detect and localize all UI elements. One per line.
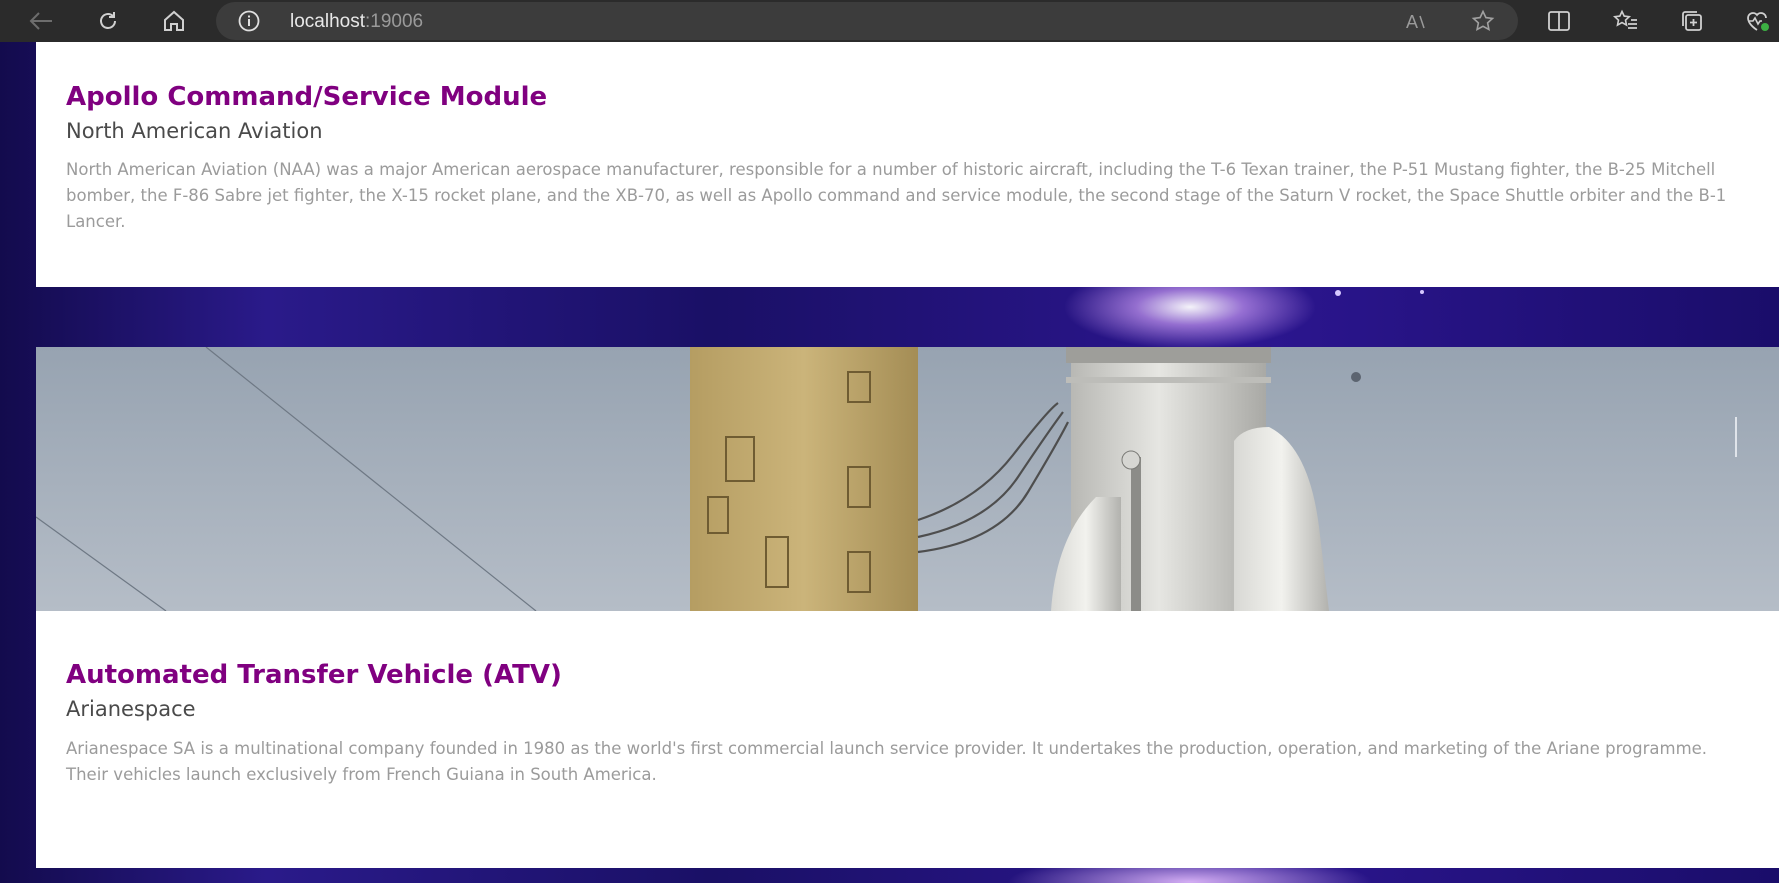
- rocket-launchpad-image: [36, 347, 1779, 611]
- home-icon[interactable]: [157, 6, 191, 36]
- star-sparkle: [1420, 290, 1424, 294]
- refresh-icon[interactable]: [91, 6, 125, 36]
- card-description: Arianespace SA is a multinational compan…: [66, 739, 1708, 784]
- split-screen-icon[interactable]: [1542, 6, 1576, 36]
- info-icon[interactable]: [238, 10, 260, 32]
- card-atv[interactable]: Automated Transfer Vehicle (ATV) Arianes…: [36, 347, 1779, 868]
- star-icon[interactable]: [1466, 6, 1500, 36]
- favorites-list-icon[interactable]: [1609, 6, 1643, 36]
- collections-icon[interactable]: [1675, 6, 1709, 36]
- page-background: Apollo Command/Service Module North Amer…: [0, 42, 1779, 883]
- url-text[interactable]: localhost:19006: [290, 11, 423, 33]
- card-description: North American Aviation (NAA) was a majo…: [66, 160, 1727, 231]
- browser-essentials-icon[interactable]: [1741, 6, 1775, 36]
- svg-text:A: A: [1406, 12, 1418, 32]
- card-subtitle: Arianespace: [66, 697, 196, 721]
- card-title: Apollo Command/Service Module: [66, 82, 548, 112]
- back-arrow-icon[interactable]: [24, 6, 58, 36]
- browser-toolbar: localhost:19006 A: [0, 0, 1779, 42]
- card-apollo[interactable]: Apollo Command/Service Module North Amer…: [36, 42, 1779, 287]
- address-bar[interactable]: localhost:19006 A: [216, 2, 1518, 40]
- read-aloud-icon[interactable]: A: [1400, 6, 1434, 36]
- url-host: localhost: [290, 11, 365, 32]
- star-sparkle: [1335, 290, 1341, 296]
- card-title: Automated Transfer Vehicle (ATV): [66, 660, 562, 690]
- url-port: :19006: [365, 11, 424, 32]
- card-subtitle: North American Aviation: [66, 119, 323, 143]
